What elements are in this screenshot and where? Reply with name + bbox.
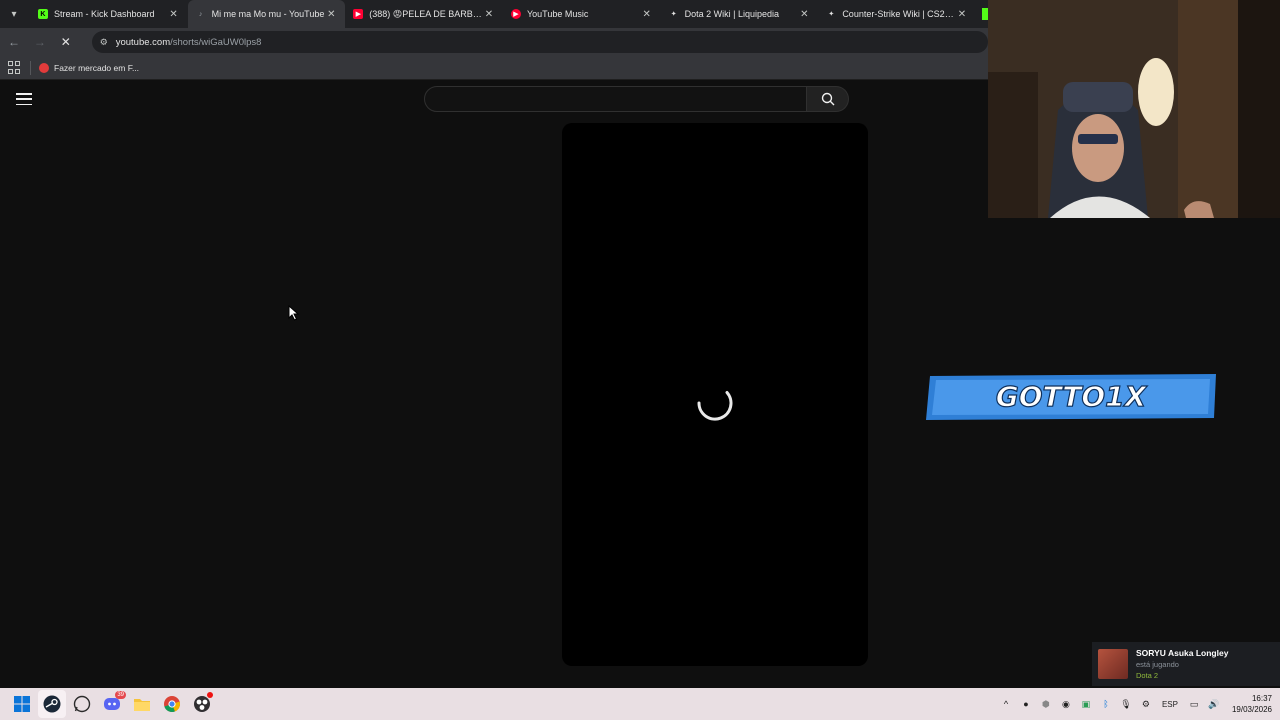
divider bbox=[30, 60, 31, 75]
logo-text: GOTTO1X bbox=[996, 380, 1148, 413]
clock-time: 16:37 bbox=[1251, 694, 1272, 703]
stream-overlay-area bbox=[988, 218, 1280, 688]
apps-grid-icon[interactable] bbox=[8, 60, 22, 75]
tab-kick-dashboard[interactable]: K Stream - Kick Dashboard ✕ bbox=[30, 0, 188, 28]
language-indicator[interactable]: ESP bbox=[1162, 700, 1178, 709]
forward-button[interactable]: → bbox=[28, 30, 52, 54]
system-tray: ^ ● ⬢ ◉ ▣ ᛒ 🎙 ⚙ ESP ▭ 🔊 16:37 19/03/2026 bbox=[996, 688, 1272, 720]
tray-app-icon[interactable]: ▣ bbox=[1076, 694, 1096, 714]
windows-start-icon[interactable] bbox=[8, 690, 36, 718]
clock[interactable]: 16:37 19/03/2026 bbox=[1232, 693, 1272, 715]
whatsapp-icon[interactable] bbox=[68, 690, 96, 718]
youtube-page bbox=[0, 81, 988, 688]
youtube-icon: ▶ bbox=[353, 9, 364, 19]
liquipedia-icon: ✦ bbox=[828, 11, 835, 18]
bookmarks-bar: Fazer mercado em F... bbox=[0, 56, 988, 80]
steam-tray-icon[interactable]: ◉ bbox=[1056, 694, 1076, 714]
search-icon bbox=[821, 92, 834, 106]
chrome-icon[interactable] bbox=[158, 690, 186, 718]
search-input[interactable] bbox=[424, 86, 807, 112]
close-icon[interactable]: ✕ bbox=[956, 9, 968, 20]
taskbar: 39 ^ ● ⬢ ◉ ▣ ᛒ 🎙 ⚙ ESP ▭ 🔊 16:37 19/03/2… bbox=[0, 688, 1280, 720]
tab-title: (388) 😡PELEA DE BARBEROS bbox=[369, 8, 483, 19]
stop-loading-button[interactable]: ✕ bbox=[54, 30, 78, 54]
url-path: /shorts/wiGaUW0lps8 bbox=[170, 36, 262, 48]
search-button[interactable] bbox=[807, 86, 849, 112]
avatar bbox=[1098, 649, 1128, 679]
kick-icon: K bbox=[37, 9, 48, 19]
youtube-music-icon: ▶ bbox=[510, 9, 521, 19]
tray-app-icon[interactable]: ⚙ bbox=[1136, 694, 1156, 714]
microphone-icon[interactable]: 🎙 bbox=[1116, 694, 1136, 714]
chevron-up-icon[interactable]: ^ bbox=[996, 694, 1016, 714]
volume-icon[interactable]: 🔊 bbox=[1204, 694, 1224, 714]
site-info-icon[interactable]: ⚙ bbox=[100, 37, 112, 48]
search-box bbox=[424, 86, 849, 112]
recording-indicator-icon bbox=[207, 692, 213, 698]
discord-icon[interactable]: 39 bbox=[98, 690, 126, 718]
tab-cs-wiki[interactable]: ✦ Counter-Strike Wiki | CS2 | Liqu ✕ bbox=[818, 0, 976, 28]
tab-title: Mi me ma Mo mu - YouTube bbox=[211, 9, 325, 19]
loading-spinner-icon bbox=[697, 391, 733, 421]
channel-logo: GOTTO1X bbox=[926, 374, 1216, 420]
close-icon[interactable]: ✕ bbox=[641, 9, 653, 20]
friend-game: Dota 2 bbox=[1136, 670, 1159, 680]
tab-youtube-music[interactable]: ▶ YouTube Music ✕ bbox=[503, 0, 661, 28]
discord-badge: 39 bbox=[115, 691, 126, 699]
address-bar[interactable]: ⚙ youtube.com/shorts/wiGaUW0lps8 bbox=[91, 31, 989, 53]
tab-pelea-de-barberos[interactable]: ▶ (388) 😡PELEA DE BARBEROS ✕ bbox=[345, 0, 503, 28]
tab-youtube-short[interactable]: ♪ Mi me ma Mo mu - YouTube ✕ bbox=[187, 0, 346, 28]
tab-title: Dota 2 Wiki | Liquipedia bbox=[684, 9, 780, 19]
bookmark-label: Fazer mercado em F... bbox=[54, 62, 140, 73]
file-explorer-icon[interactable] bbox=[128, 690, 156, 718]
tab-strip: ▾ K Stream - Kick Dashboard ✕ ♪ Mi me ma… bbox=[0, 0, 988, 28]
url-host: youtube.com bbox=[115, 36, 171, 48]
friend-activity-notification[interactable]: SORYU Asuka Longley está jugando Dota 2 bbox=[1092, 642, 1280, 686]
browser-toolbar: ← → ✕ ⚙ youtube.com/shorts/wiGaUW0lps8 bbox=[0, 28, 989, 56]
mouse-cursor-icon bbox=[288, 305, 300, 321]
tab-title: Stream - Kick Dashboard bbox=[53, 9, 155, 19]
obs-icon[interactable] bbox=[188, 690, 216, 718]
webcam-image bbox=[988, 0, 1280, 218]
bookmark-fazer-mercado[interactable]: Fazer mercado em F... bbox=[39, 62, 140, 73]
webcam-feed bbox=[988, 0, 1280, 218]
audio-icon: ♪ bbox=[198, 10, 203, 18]
shorts-player[interactable] bbox=[562, 123, 868, 666]
bookmark-favicon-icon bbox=[39, 62, 49, 73]
close-icon[interactable]: ✕ bbox=[325, 9, 337, 20]
close-icon[interactable]: ✕ bbox=[483, 9, 495, 20]
network-icon[interactable]: ▭ bbox=[1184, 694, 1204, 714]
tray-app-icon[interactable]: ⬢ bbox=[1036, 694, 1056, 714]
tab-title: Counter-Strike Wiki | CS2 | Liqu bbox=[842, 9, 956, 19]
close-icon[interactable]: ✕ bbox=[798, 9, 810, 20]
tab-title: YouTube Music bbox=[526, 9, 589, 19]
clock-date: 19/03/2026 bbox=[1231, 705, 1272, 714]
bluetooth-icon[interactable]: ᛒ bbox=[1096, 694, 1116, 714]
steam-icon[interactable] bbox=[38, 690, 66, 718]
close-icon[interactable]: ✕ bbox=[168, 9, 180, 20]
friend-status: está jugando bbox=[1136, 659, 1179, 669]
tray-app-icon[interactable]: ● bbox=[1016, 694, 1036, 714]
tab-dota2-wiki[interactable]: ✦ Dota 2 Wiki | Liquipedia ✕ bbox=[661, 0, 819, 28]
back-button[interactable]: ← bbox=[2, 30, 26, 54]
friend-name: SORYU Asuka Longley bbox=[1136, 647, 1229, 658]
hamburger-menu-icon[interactable] bbox=[16, 93, 32, 105]
tab-search-button[interactable]: ▾ bbox=[4, 4, 24, 24]
liquipedia-icon: ✦ bbox=[670, 11, 677, 18]
